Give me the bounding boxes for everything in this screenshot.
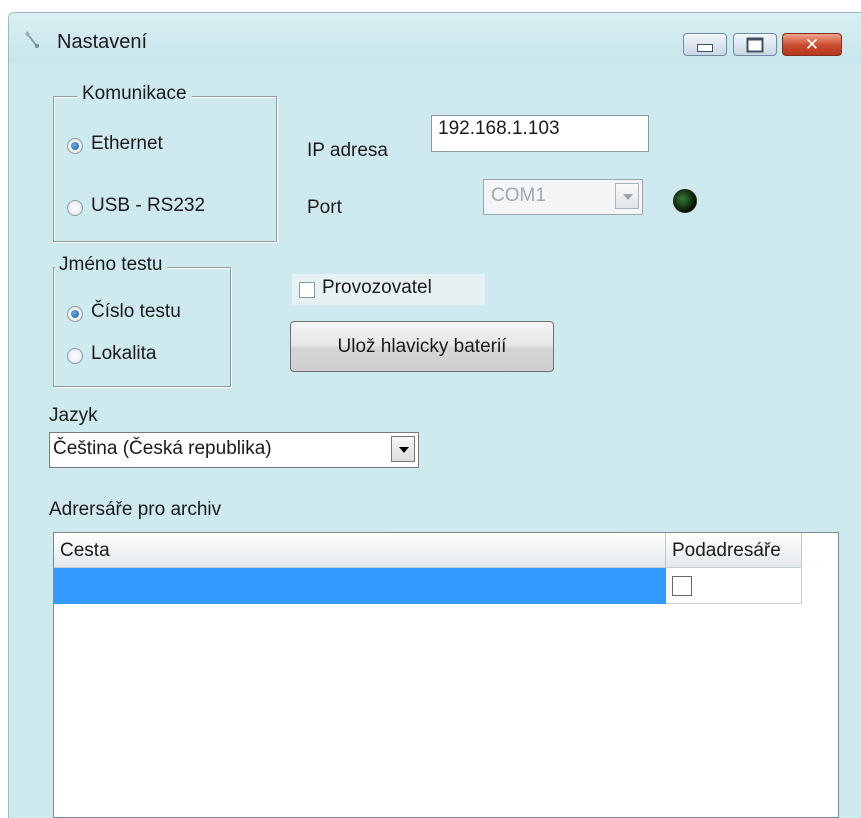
communication-group bbox=[53, 96, 277, 242]
port-value: COM1 bbox=[491, 185, 546, 206]
connection-status-led bbox=[673, 189, 697, 213]
column-header-path[interactable]: Cesta bbox=[54, 533, 666, 568]
operator-label[interactable]: Provozovatel bbox=[322, 277, 432, 299]
language-label: Jazyk bbox=[49, 405, 98, 426]
minimize-button[interactable] bbox=[683, 33, 727, 56]
title-bar[interactable]: Nastavení ✕ bbox=[9, 13, 861, 63]
chevron-down-icon[interactable] bbox=[391, 436, 415, 462]
communication-legend: Komunikace bbox=[77, 83, 192, 105]
maximize-icon bbox=[746, 37, 764, 52]
subdirectories-checkbox[interactable] bbox=[672, 576, 692, 596]
usb-rs232-label[interactable]: USB - RS232 bbox=[91, 195, 205, 217]
window-title: Nastavení bbox=[57, 31, 148, 53]
operator-checkbox[interactable] bbox=[299, 282, 315, 298]
table-row-subdirs-cell[interactable] bbox=[666, 568, 802, 604]
close-icon: ✕ bbox=[804, 34, 820, 55]
archive-label: Adrersáře pro archiv bbox=[49, 499, 222, 520]
test-name-group bbox=[53, 267, 231, 387]
archive-directories-grid[interactable]: Cesta Podadresáře bbox=[53, 532, 839, 818]
test-name-legend: Jméno testu bbox=[55, 254, 167, 276]
port-select[interactable]: COM1 bbox=[483, 179, 643, 215]
column-header-subdirectories[interactable]: Podadresáře bbox=[666, 533, 802, 568]
ip-address-input[interactable]: 192.168.1.103 bbox=[431, 115, 649, 152]
tool-icon bbox=[25, 31, 39, 48]
language-select[interactable]: Čeština (Česká republika) bbox=[49, 432, 419, 468]
table-row-path-cell[interactable] bbox=[54, 568, 666, 604]
maximize-button[interactable] bbox=[733, 33, 777, 56]
ethernet-radio[interactable] bbox=[67, 138, 83, 154]
close-button[interactable]: ✕ bbox=[782, 33, 842, 56]
test-number-radio[interactable] bbox=[67, 306, 83, 322]
ethernet-label[interactable]: Ethernet bbox=[91, 133, 163, 155]
settings-window: Nastavení ✕ Komunikace Ethernet USB - RS… bbox=[8, 12, 861, 818]
port-label: Port bbox=[307, 197, 342, 218]
test-number-label[interactable]: Číslo testu bbox=[91, 301, 181, 323]
chevron-down-icon[interactable] bbox=[615, 183, 639, 209]
location-radio[interactable] bbox=[67, 348, 83, 364]
language-value: Čeština (Česká republika) bbox=[53, 438, 272, 459]
save-battery-headers-button[interactable]: Ulož hlavicky baterií bbox=[290, 321, 554, 372]
usb-rs232-radio[interactable] bbox=[67, 200, 83, 216]
location-label[interactable]: Lokalita bbox=[91, 343, 157, 365]
operator-checkbox-panel[interactable]: Provozovatel bbox=[292, 274, 485, 305]
ip-address-label: IP adresa bbox=[307, 140, 388, 161]
minimize-icon bbox=[697, 43, 713, 52]
